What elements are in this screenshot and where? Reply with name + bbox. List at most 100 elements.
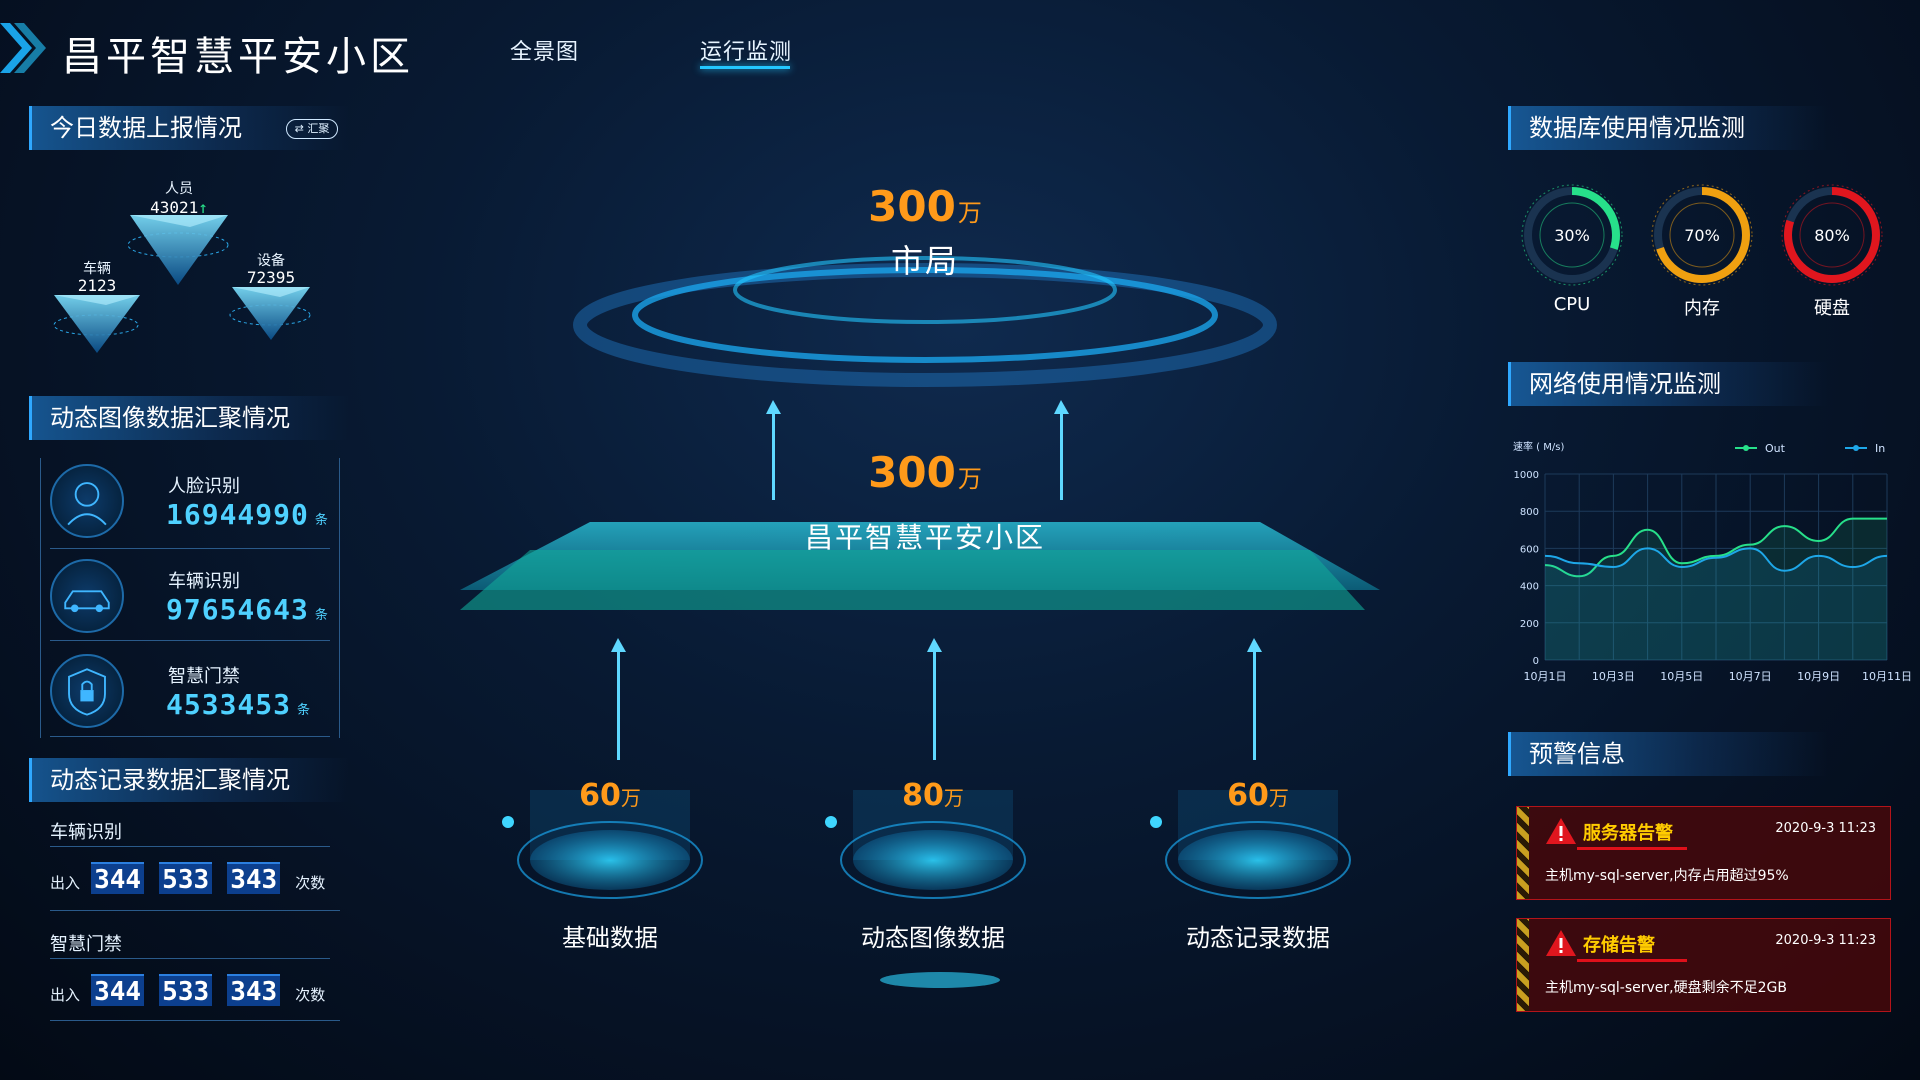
gauge-cpu-value: 30% [1554, 226, 1590, 245]
alert-section-title: 预警信息 [1529, 740, 1625, 768]
community-label: 昌平智慧平安小区 [804, 521, 1045, 554]
chart-ytick: 1000 [1514, 470, 1539, 481]
car-icon [50, 559, 124, 633]
stat-vehicle: 车辆识别 97654643 条 [40, 555, 340, 643]
divider [50, 846, 330, 847]
record-gate-counter: 出入 344 533 343 次数 [50, 974, 325, 1007]
base-record-label: 动态记录数据 [1186, 924, 1330, 952]
header-chevron-icon [0, 23, 46, 73]
divider [50, 736, 330, 737]
alert-time: 2020-9-3 11:23 [1775, 821, 1876, 836]
chart-xtick: 10月11日 [1862, 670, 1912, 683]
stat-vehicle-label: 车辆识别 [168, 571, 240, 592]
alert-underline [1577, 847, 1687, 850]
pyramid-person-value: 43021↑ [150, 198, 208, 217]
trend-up-icon: ↑ [198, 198, 208, 217]
divider [50, 548, 330, 549]
alert-title: 服务器告警 [1583, 823, 1673, 844]
app-title: 昌平智慧平安小区 [62, 34, 414, 80]
network-section-title: 网络使用情况监测 [1529, 370, 1721, 398]
alert-card[interactable]: 服务器告警 2020-9-3 11:23 主机my-sql-server,内存占… [1516, 806, 1891, 900]
tab-active-indicator [700, 66, 790, 69]
alert-underline [1577, 959, 1687, 962]
legend-label-out: Out [1765, 442, 1786, 455]
alert-message: 主机my-sql-server,硬盘剩余不足2GB [1545, 980, 1787, 996]
pyramid-vehicle [53, 295, 140, 353]
chart-xtick: 10月1日 [1524, 670, 1567, 683]
city-value: 300万 [868, 182, 982, 231]
arrow-up-icon [1247, 638, 1262, 760]
alert-card[interactable]: 存储告警 2020-9-3 11:23 主机my-sql-server,硬盘剩余… [1516, 918, 1891, 1012]
record-gate-title: 智慧门禁 [50, 934, 122, 955]
legend-label-in: In [1875, 442, 1885, 455]
alert-message: 主机my-sql-server,内存占用超过95% [1545, 868, 1789, 884]
db-section-title: 数据库使用情况监测 [1529, 114, 1745, 142]
chart-ytick: 200 [1520, 619, 1539, 630]
chart-xtick: 10月7日 [1729, 670, 1772, 683]
alert-title: 存储告警 [1583, 935, 1655, 956]
chart-ylabel: 速率 ( M/s) [1513, 440, 1564, 453]
aggregate-badge[interactable]: ⇄ 汇聚 [285, 119, 339, 139]
chart-ytick: 0 [1533, 656, 1539, 667]
pyramid-device [229, 287, 311, 340]
chart-ytick: 400 [1520, 582, 1539, 593]
base-basic-label: 基础数据 [562, 924, 658, 952]
counter-group: 343 [227, 862, 281, 895]
chart-xtick: 10月3日 [1592, 670, 1635, 683]
counter-group: 343 [227, 974, 281, 1007]
chart-xtick: 10月5日 [1660, 670, 1703, 683]
pyramid-person-label: 人员 [165, 181, 193, 197]
legend-dot [1743, 445, 1749, 451]
record-section-title: 动态记录数据汇聚情况 [50, 766, 290, 794]
community-value: 300万 [868, 448, 982, 497]
stat-gate-value: 4533453 条 [166, 688, 312, 721]
legend-dot [1853, 445, 1859, 451]
stat-face-label: 人脸识别 [168, 476, 240, 497]
network-chart: 速率 ( M/s) 0 200 400 600 800 1000 10月1日 10月3日 10月5… [1513, 440, 1912, 683]
chart-ytick: 600 [1520, 544, 1539, 555]
floor-glow [880, 972, 1000, 988]
pyramid-vehicle-label: 车辆 [83, 261, 111, 277]
arrow-up-icon [766, 400, 781, 500]
stat-gate: 智慧门禁 4533453 条 [40, 650, 340, 738]
divider [50, 958, 330, 959]
gauge-cpu-label: CPU [1553, 294, 1591, 315]
face-icon [50, 464, 124, 538]
stat-vehicle-value: 97654643 条 [166, 593, 329, 626]
arrow-up-icon [611, 638, 626, 760]
counter-group: 533 [159, 974, 213, 1007]
chart-xtick: 10月9日 [1797, 670, 1840, 683]
arrow-up-icon [927, 638, 942, 760]
base-record-value: 60万 [1227, 778, 1289, 813]
gauge-memory-value: 70% [1684, 226, 1720, 245]
counter-group: 344 [91, 862, 145, 895]
base-image-label: 动态图像数据 [861, 924, 1005, 952]
city-label: 市局 [890, 242, 959, 280]
hazard-stripe [1517, 919, 1529, 1011]
db-section-header: 数据库使用情况监测 [1508, 106, 1828, 150]
base-image-value: 80万 [902, 778, 964, 813]
warning-icon [1546, 930, 1576, 956]
divider [50, 1020, 340, 1021]
stat-gate-label: 智慧门禁 [168, 666, 240, 687]
stat-face-value: 16944990 条 [166, 498, 329, 531]
stat-face: 人脸识别 16944990 条 [40, 460, 340, 548]
tab-panorama[interactable]: 全景图 [510, 34, 579, 66]
gauge-memory-label: 内存 [1684, 298, 1720, 319]
warning-icon [1546, 818, 1576, 844]
pyramid-device-label: 设备 [257, 253, 285, 269]
alert-section-header: 预警信息 [1508, 732, 1828, 776]
network-section-header: 网络使用情况监测 [1508, 362, 1828, 406]
tab-monitoring[interactable]: 运行监测 [700, 34, 792, 66]
arrow-up-icon [1054, 400, 1069, 500]
image-section-header: 动态图像数据汇聚情况 [29, 396, 349, 440]
report-section-header: 今日数据上报情况 ⇄ 汇聚 [29, 106, 349, 150]
pyramid-device-value: 72395 [246, 268, 296, 287]
counter-group: 533 [159, 862, 213, 895]
hazard-stripe [1517, 807, 1529, 899]
pyramid-vehicle-value: 2123 [77, 276, 117, 295]
record-section-header: 动态记录数据汇聚情况 [29, 758, 349, 802]
divider [50, 640, 330, 641]
report-section-title: 今日数据上报情况 [50, 114, 242, 142]
alert-time: 2020-9-3 11:23 [1775, 933, 1876, 948]
